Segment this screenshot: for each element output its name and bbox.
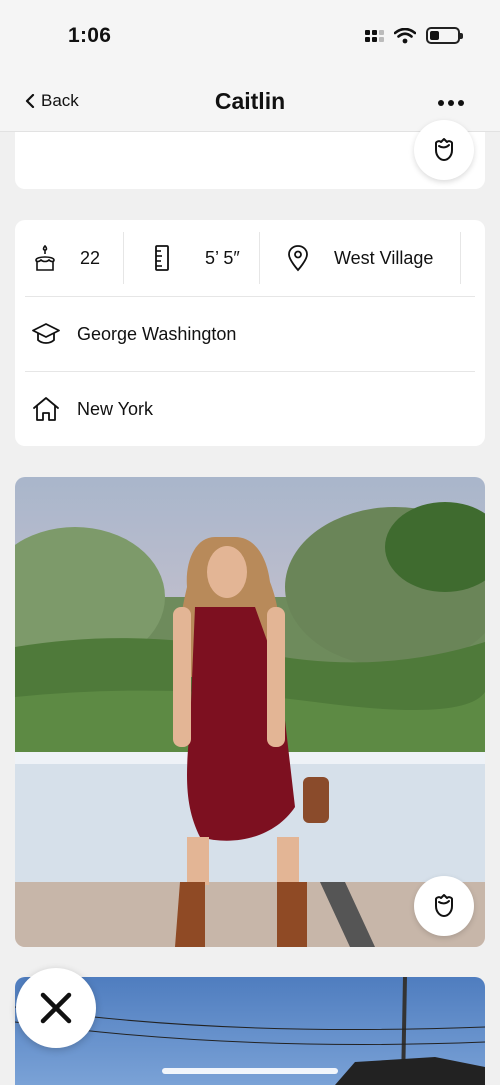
school-value: George Washington [77, 323, 237, 344]
profile-photo[interactable] [15, 477, 485, 947]
height-stat: 5’ 5″ [124, 232, 259, 284]
more-dot [438, 100, 444, 106]
divider [25, 296, 475, 297]
status-bar: 1:06 [0, 0, 500, 72]
battery-icon [426, 27, 463, 44]
more-dot [448, 100, 454, 106]
wifi-icon [394, 27, 416, 43]
neighborhood-value: West Village [334, 247, 434, 268]
graduation-cap-icon [32, 323, 60, 344]
rose-like-photo-button[interactable] [414, 876, 474, 936]
divider [460, 232, 461, 284]
birthday-cake-icon [35, 244, 55, 271]
location-pin-icon [288, 245, 308, 272]
home-indicator [162, 1068, 338, 1074]
vitals-row: 22 5’ 5″ West Village [15, 232, 485, 284]
hometown-value: New York [77, 398, 154, 419]
more-dot [458, 100, 464, 106]
nav-bar: Back Caitlin [0, 72, 500, 132]
page-title: Caitlin [214, 88, 286, 114]
divider [25, 371, 475, 372]
status-time: 1:06 [68, 24, 112, 47]
more-options-button[interactable] [438, 100, 464, 106]
house-icon [33, 397, 59, 421]
cellular-signal-icon [365, 29, 384, 42]
age-stat: 22 [15, 232, 123, 284]
status-icons [365, 27, 463, 44]
hometown-row: New York [31, 396, 153, 422]
battery-level [430, 31, 440, 40]
ruler-icon [155, 245, 169, 271]
school-row: George Washington [31, 321, 236, 347]
rose-icon [435, 894, 453, 917]
skip-button[interactable] [16, 968, 96, 1048]
rose-icon [435, 138, 453, 161]
rose-like-button[interactable] [414, 120, 474, 180]
age-value: 22 [80, 247, 101, 268]
info-card: 22 5’ 5″ West Village George Washington … [15, 220, 485, 446]
x-icon [40, 992, 72, 1024]
location-stat: West Village [260, 232, 460, 284]
photo-scene [15, 477, 485, 947]
height-value: 5’ 5″ [205, 247, 240, 268]
